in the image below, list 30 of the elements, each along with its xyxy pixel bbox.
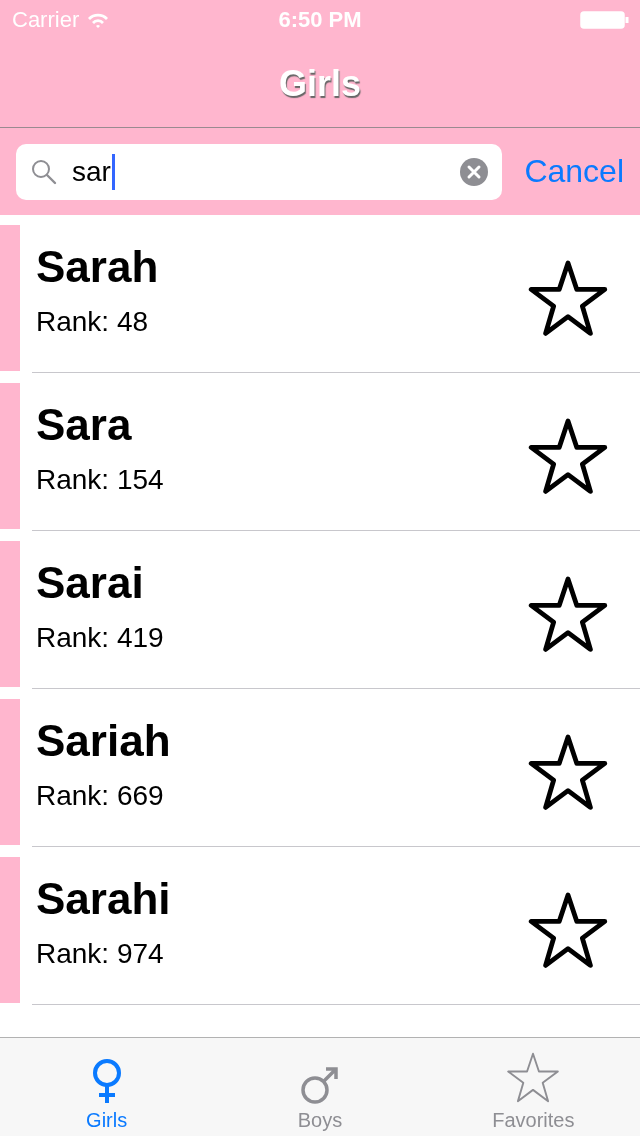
baby-name: Sarahi <box>36 873 172 924</box>
cancel-button[interactable]: Cancel <box>524 153 624 190</box>
clear-icon[interactable] <box>460 157 489 186</box>
favorite-star-icon[interactable] <box>528 416 608 497</box>
baby-name: Sarai <box>36 557 145 608</box>
search-icon <box>30 157 58 186</box>
favorite-star-icon[interactable] <box>528 258 608 339</box>
rank-label: Rank: 154 <box>36 463 165 496</box>
tab[interactable]: Girls <box>0 1038 214 1136</box>
screen-title: Girls <box>278 62 361 105</box>
tab[interactable]: Boys <box>213 1038 427 1136</box>
baby-name: Sariah <box>36 715 172 766</box>
star-icon <box>506 1051 561 1105</box>
rank-label: Rank: 669 <box>36 779 165 812</box>
female-symbol-icon <box>90 1059 123 1105</box>
rank-label: Rank: 419 <box>36 621 165 654</box>
wifi-icon <box>87 12 110 28</box>
baby-name: Sarah <box>36 241 160 292</box>
favorite-star-icon[interactable] <box>528 890 608 971</box>
rank-label: Rank: 48 <box>36 305 150 338</box>
search-field[interactable]: sar <box>16 143 503 200</box>
carrier-label: Carrier <box>12 7 80 33</box>
favorite-star-icon[interactable] <box>528 732 608 813</box>
battery-icon <box>580 10 630 30</box>
tab[interactable]: Favorites <box>426 1038 640 1136</box>
status-time: 6:50 PM <box>278 7 362 33</box>
male-symbol-icon <box>300 1065 340 1105</box>
baby-name: Sara <box>36 399 133 450</box>
rank-label: Rank: 974 <box>36 937 165 970</box>
favorite-star-icon[interactable] <box>528 574 608 655</box>
